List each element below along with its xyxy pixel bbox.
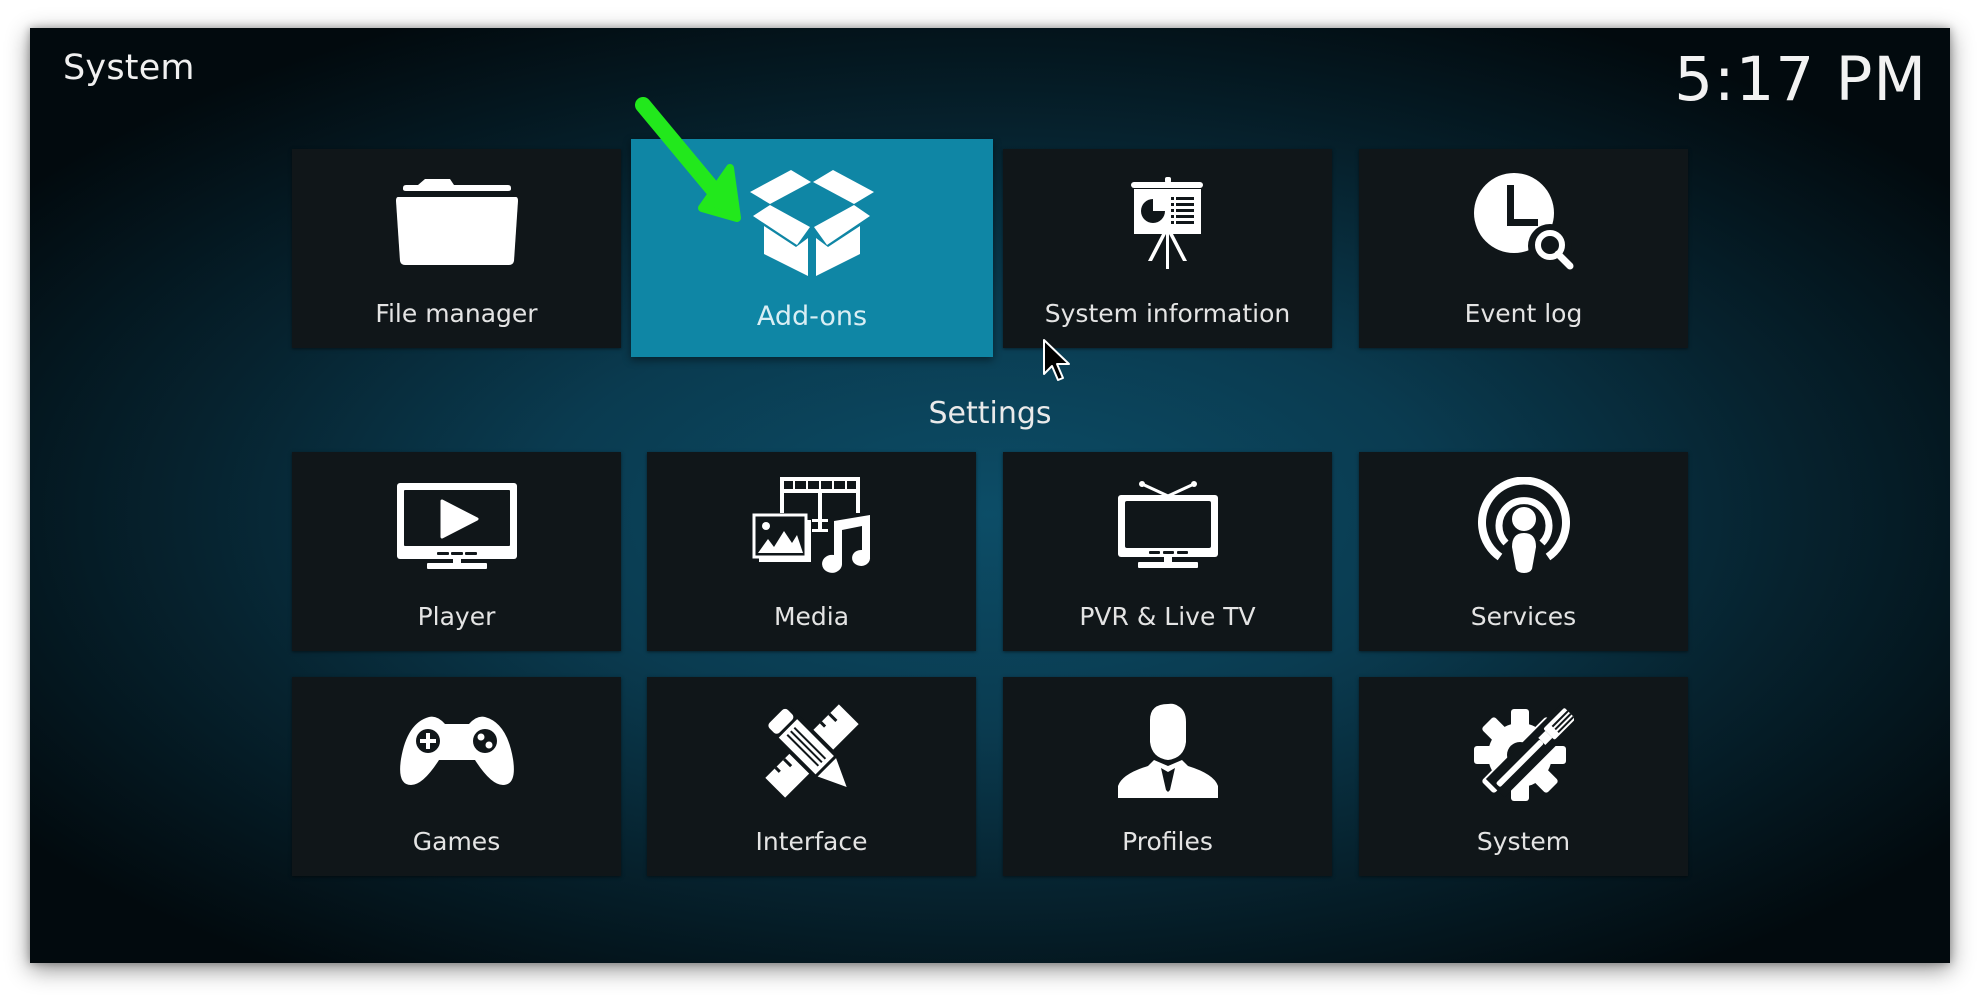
tile-interface[interactable]: Interface: [647, 677, 976, 876]
settings-heading: Settings: [928, 396, 1052, 431]
tile-label: System information: [1044, 299, 1291, 328]
tile-label: System: [1476, 827, 1571, 856]
tile-profiles[interactable]: Profiles: [1003, 677, 1332, 876]
window-title: System: [63, 48, 195, 88]
tile-label: PVR & Live TV: [1079, 602, 1256, 631]
tv-antenna-icon: [1003, 476, 1332, 576]
kodi-system-window: System 5:17 PM File manager Add-ons Syst…: [30, 28, 1950, 963]
tile-label: Media: [773, 602, 850, 631]
gear-wrench-icon: [1359, 701, 1688, 801]
folder-icon: [292, 173, 621, 273]
media-icon: [647, 476, 976, 576]
pencil-ruler-icon: [647, 701, 976, 801]
monitor-play-icon: [292, 476, 621, 576]
tile-player[interactable]: Player: [292, 452, 621, 651]
tile-label: Games: [412, 827, 501, 856]
gamepad-icon: [292, 701, 621, 801]
tile-event-log[interactable]: Event log: [1359, 149, 1688, 348]
tile-label: Services: [1470, 602, 1577, 631]
clock: 5:17 PM: [1674, 44, 1927, 115]
tile-services[interactable]: Services: [1359, 452, 1688, 651]
user-profile-icon: [1003, 701, 1332, 801]
presentation-easel-icon: [1003, 173, 1332, 273]
clock-search-icon: [1359, 173, 1688, 273]
broadcast-icon: [1359, 476, 1688, 576]
tile-pvr-live-tv[interactable]: PVR & Live TV: [1003, 452, 1332, 651]
tile-media[interactable]: Media: [647, 452, 976, 651]
tile-system[interactable]: System: [1359, 677, 1688, 876]
tile-label: Profiles: [1122, 827, 1213, 856]
mouse-cursor-icon: [1043, 339, 1070, 381]
tile-label: Player: [417, 602, 496, 631]
tile-label: Add-ons: [756, 301, 868, 332]
tile-add-ons[interactable]: Add-ons: [631, 139, 993, 357]
tile-file-manager[interactable]: File manager: [292, 149, 621, 348]
open-box-icon: [631, 169, 993, 279]
tile-system-information[interactable]: System information: [1003, 149, 1332, 348]
tile-label: Interface: [755, 827, 868, 856]
tile-label: Event log: [1464, 299, 1583, 328]
tile-games[interactable]: Games: [292, 677, 621, 876]
tile-label: File manager: [375, 299, 538, 328]
